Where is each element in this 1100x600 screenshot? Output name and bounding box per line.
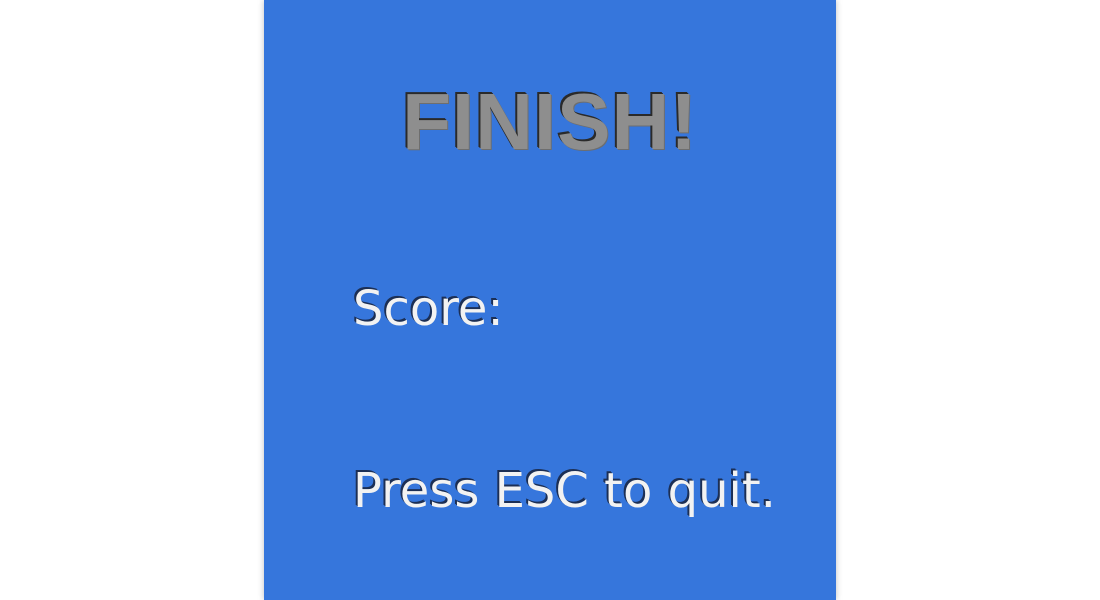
score-label: Score: — [353, 281, 504, 337]
game-over-panel: FINISH! Score: Press ESC to quit. — [264, 0, 836, 600]
score-row: Score: — [353, 285, 514, 333]
game-window: FINISH! Score: Press ESC to quit. — [0, 0, 1100, 600]
quit-instruction: Press ESC to quit. — [353, 463, 776, 519]
finish-title: FINISH! — [402, 77, 698, 166]
